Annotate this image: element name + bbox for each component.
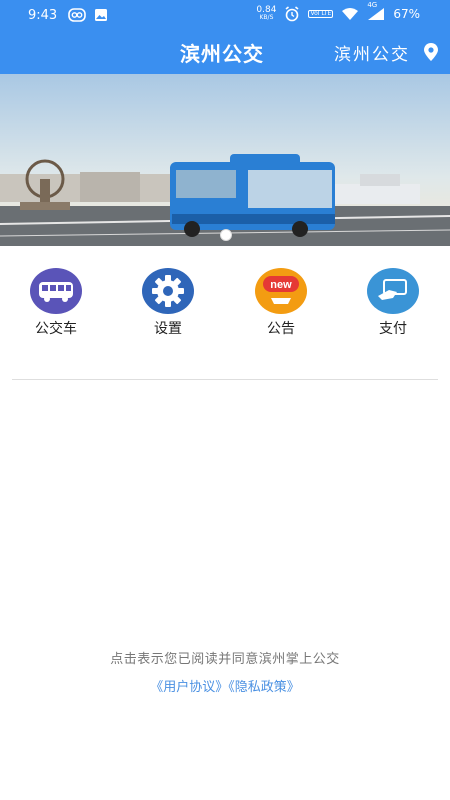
- carousel-indicator[interactable]: [220, 229, 232, 241]
- app-header: 9:43 0.84 KB/S Vol LTE 4G 67% 滨州公交 滨州公交: [0, 0, 450, 74]
- user-agreement-link[interactable]: 《用户协议》: [150, 680, 228, 695]
- alarm-icon: [285, 6, 299, 22]
- menu-label: 支付: [379, 321, 407, 337]
- city-selector[interactable]: 滨州公交: [334, 40, 410, 65]
- payment-card-icon: [367, 268, 419, 314]
- menu-label: 公交车: [35, 321, 77, 337]
- menu-label: 公告: [267, 321, 295, 337]
- signal-icon: 4G: [367, 1, 385, 21]
- page-title: 滨州公交: [180, 42, 264, 66]
- network-speed: 0.84 KB/S: [256, 5, 277, 22]
- new-badge: new: [270, 279, 292, 291]
- privacy-policy-link[interactable]: 《隐私政策》: [228, 680, 300, 695]
- status-bar: 9:43 0.84 KB/S Vol LTE 4G 67%: [0, 0, 450, 32]
- volte-icon: Vol LTE: [308, 10, 334, 18]
- location-pin-icon[interactable]: [424, 43, 438, 61]
- battery-level: 67%: [393, 7, 420, 21]
- gear-icon: [142, 268, 194, 314]
- bus-banner-image: [0, 74, 450, 246]
- quick-menu: 公交车 设置 new 公告 支付: [0, 268, 450, 348]
- new-announcement-icon: new: [255, 268, 307, 314]
- menu-item-settings[interactable]: 设置: [118, 268, 218, 338]
- menu-label: 设置: [154, 321, 182, 337]
- menu-item-bus[interactable]: 公交车: [6, 268, 106, 338]
- menu-item-announcement[interactable]: new 公告: [231, 268, 331, 338]
- banner-carousel[interactable]: [0, 74, 450, 246]
- menu-item-payment[interactable]: 支付: [343, 268, 443, 338]
- wifi-icon: [342, 8, 359, 20]
- cloud-app-icon: [68, 8, 86, 22]
- gallery-icon: [95, 9, 107, 21]
- agreement-notice: 点击表示您已阅读并同意滨州掌上公交: [110, 652, 340, 667]
- bus-icon: [30, 268, 82, 314]
- divider: [12, 379, 438, 380]
- agreement-links: 《用户协议》《隐私政策》: [0, 676, 450, 695]
- status-time: 9:43: [28, 8, 58, 23]
